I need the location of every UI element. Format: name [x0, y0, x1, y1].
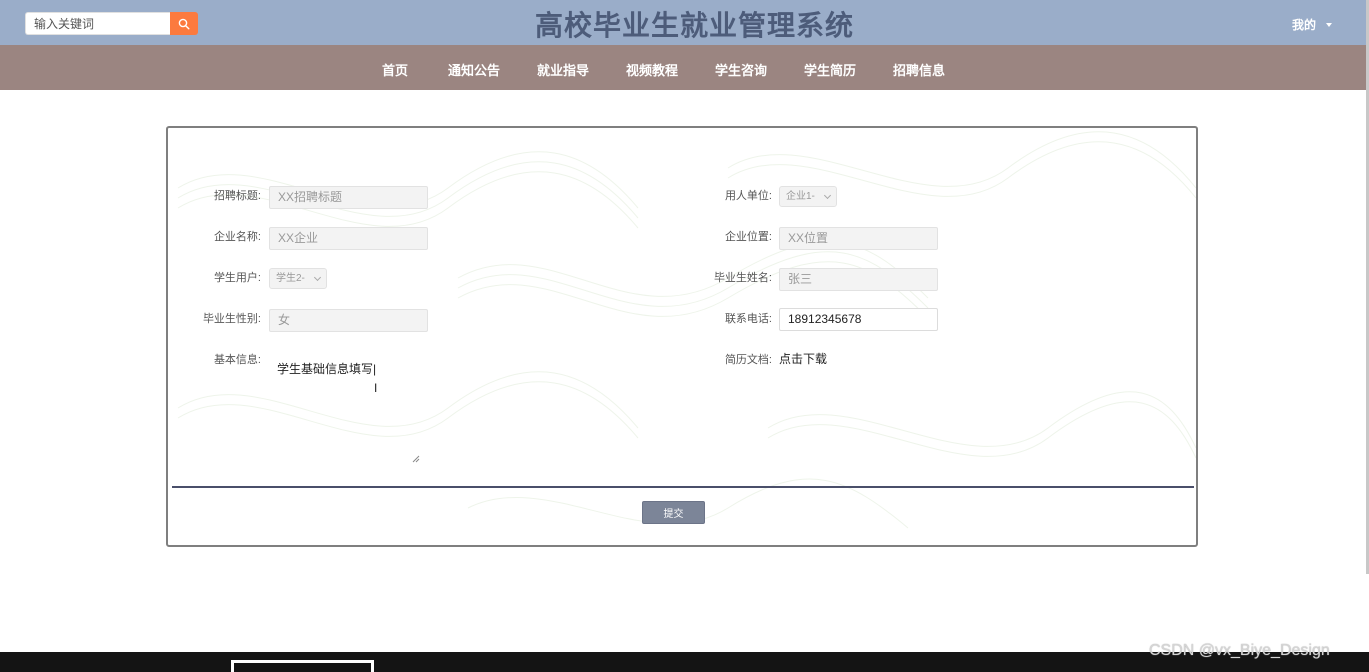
- student-user-value: 学生2-: [276, 273, 305, 284]
- csdn-watermark: CSDN @vx_Biye_Design: [1149, 642, 1330, 659]
- graduate-name-label: 毕业生姓名:: [713, 272, 772, 284]
- resize-grip-icon[interactable]: [412, 455, 420, 463]
- company-location-label: 企业位置:: [724, 231, 772, 243]
- recruit-title-field: XX招聘标题: [269, 186, 428, 209]
- resume-download-link[interactable]: 点击下载: [779, 350, 827, 367]
- chevron-down-icon: [823, 191, 832, 199]
- chevron-down-icon: [313, 273, 322, 281]
- employer-unit-select[interactable]: 企业1-: [779, 186, 837, 207]
- nav-item-video-tutorials[interactable]: 视频教程: [626, 60, 678, 79]
- resume-doc-label: 简历文档:: [724, 354, 772, 366]
- caret-down-icon: [1326, 22, 1333, 27]
- main-nav: 首页 通知公告 就业指导 视频教程 学生咨询 学生简历 招聘信息: [0, 45, 1369, 90]
- nav-item-student-resume[interactable]: 学生简历: [804, 60, 856, 79]
- user-menu-label: 我的: [1292, 18, 1317, 32]
- nav-item-notices[interactable]: 通知公告: [448, 60, 500, 79]
- site-title: 高校毕业生就业管理系统: [534, 9, 854, 42]
- basic-info-label: 基本信息:: [213, 354, 261, 366]
- text-cursor-icon: I: [374, 381, 378, 395]
- employer-unit-value: 企业1-: [786, 191, 815, 202]
- company-name-label: 企业名称:: [213, 231, 261, 243]
- user-menu[interactable]: 我的: [1292, 16, 1333, 33]
- form-divider: [172, 486, 1194, 488]
- phone-input[interactable]: 18912345678: [779, 308, 938, 331]
- submit-button[interactable]: 提交: [642, 501, 705, 524]
- company-location-field: XX位置: [779, 227, 938, 250]
- qr-code-image: [231, 660, 374, 672]
- student-user-select[interactable]: 学生2-: [269, 268, 327, 289]
- recruit-title-label: 招聘标题:: [213, 190, 261, 202]
- phone-label: 联系电话:: [724, 313, 772, 325]
- graduate-gender-label: 毕业生性别:: [202, 313, 261, 325]
- basic-info-textarea[interactable]: 学生基础信息填写|: [269, 356, 421, 464]
- graduate-gender-field: 女: [269, 309, 428, 332]
- top-header: 高校毕业生就业管理系统 我的: [0, 0, 1369, 45]
- nav-item-employment-guidance[interactable]: 就业指导: [537, 60, 589, 79]
- text-caret: |: [373, 362, 377, 376]
- basic-info-value: 学生基础信息填写: [277, 362, 374, 376]
- graduate-name-field: 张三: [779, 268, 938, 291]
- nav-item-recruitment[interactable]: 招聘信息: [893, 60, 945, 79]
- student-user-label: 学生用户:: [213, 272, 261, 284]
- resume-form-card: 招聘标题: XX招聘标题 用人单位: 企业1- 企业名称: XX企业 企业位置:…: [166, 126, 1198, 547]
- nav-item-home[interactable]: 首页: [382, 60, 408, 79]
- employer-unit-label: 用人单位:: [724, 190, 772, 202]
- company-name-field: XX企业: [269, 227, 428, 250]
- nav-item-student-consult[interactable]: 学生咨询: [715, 60, 767, 79]
